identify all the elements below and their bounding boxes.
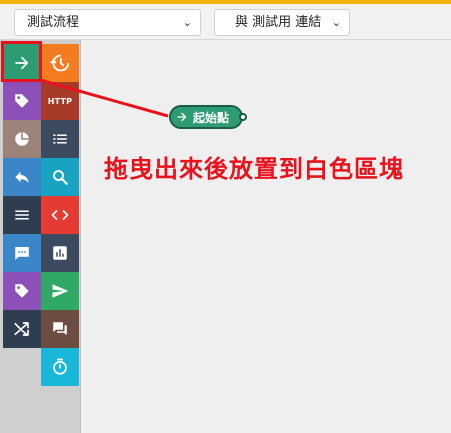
output-port[interactable]	[239, 113, 247, 121]
start-node-label: 起始點	[193, 110, 230, 125]
annotation-arrow-line	[39, 78, 169, 118]
highlight-box	[1, 41, 42, 82]
arrow-right-icon	[171, 111, 193, 123]
start-node[interactable]: 起始點	[169, 105, 247, 129]
instruction-text: 拖曳出來後放置到白色區塊	[104, 155, 404, 183]
